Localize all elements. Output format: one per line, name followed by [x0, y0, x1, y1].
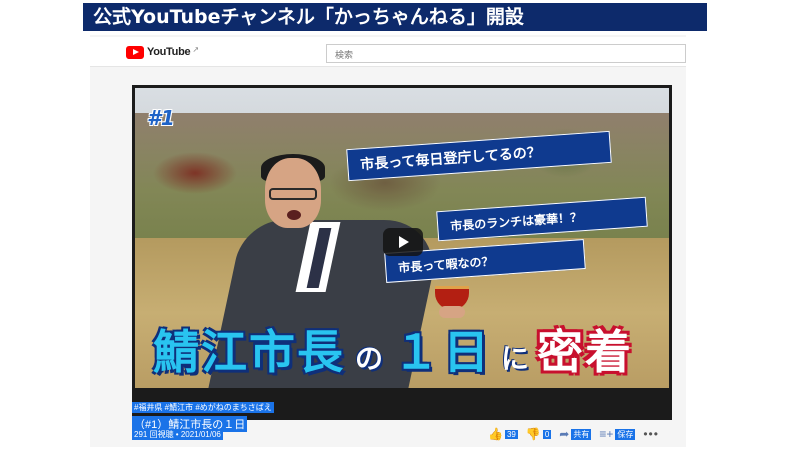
save-label: 保存 [615, 428, 636, 440]
headline-no: の [355, 342, 384, 375]
save-button[interactable]: ≡+ 保存 [599, 427, 636, 441]
headline-red: 密着 [537, 325, 634, 379]
youtube-logo-text: YouTube [147, 46, 191, 58]
cast-icon: ↗ [192, 44, 200, 54]
share-button[interactable]: ➦ 共有 [559, 427, 592, 441]
video-thumbnail: #1 市長って毎日登庁してるの？ 市長のランチは豪華！？ 市長って暇なの？ 鯖江… [135, 88, 669, 388]
youtube-screenshot: YouTube ↗ 検索 #1 市長って毎日登庁してるの？ 市長のランチは豪華！ [90, 35, 686, 447]
video-actions: 👍 39 👎 0 ➦ 共有 ≡+ 保存 ••• [488, 427, 659, 441]
share-icon: ➦ [559, 427, 570, 441]
headline-day: １日 [393, 325, 494, 379]
playlist-add-icon: ≡+ [599, 427, 614, 441]
youtube-play-icon [126, 45, 144, 59]
video-meta: #福井県 #鯖江市 #めがねのまちさばえ （#1）鯖江市長の１日 [132, 397, 274, 433]
glasses [269, 188, 317, 200]
thumbs-up-icon: 👍 [488, 427, 503, 441]
thumbs-down-icon: 👎 [525, 427, 541, 441]
thumbnail-headline: 鯖江市長 の １日 に 密着 [153, 316, 653, 386]
more-icon[interactable]: ••• [643, 427, 659, 441]
headline-ni: に [501, 342, 530, 375]
mouth [287, 210, 301, 220]
like-count: 39 [504, 429, 518, 439]
play-button[interactable] [383, 228, 423, 256]
headline-main: 鯖江市長 [153, 325, 345, 379]
episode-number: #1 [147, 106, 175, 130]
like-button[interactable]: 👍 39 [488, 427, 518, 441]
view-count: 291 回視聴 • 2021/01/06 [132, 429, 223, 440]
search-input[interactable]: 検索 [326, 44, 686, 63]
youtube-logo[interactable]: YouTube ↗ [126, 45, 199, 59]
video-player[interactable]: #1 市長って毎日登庁してるの？ 市長のランチは豪華！？ 市長って暇なの？ 鯖江… [132, 85, 672, 420]
slide-title: 公式YouTubeチャンネル「かっちゃんねる」開設 [83, 3, 707, 31]
youtube-header: YouTube ↗ 検索 [90, 37, 686, 67]
dislike-count: 0 [542, 429, 552, 439]
dislike-button[interactable]: 👎 0 [525, 427, 552, 441]
share-label: 共有 [571, 428, 592, 440]
video-hashtags[interactable]: #福井県 #鯖江市 #めがねのまちさばえ [132, 402, 274, 413]
